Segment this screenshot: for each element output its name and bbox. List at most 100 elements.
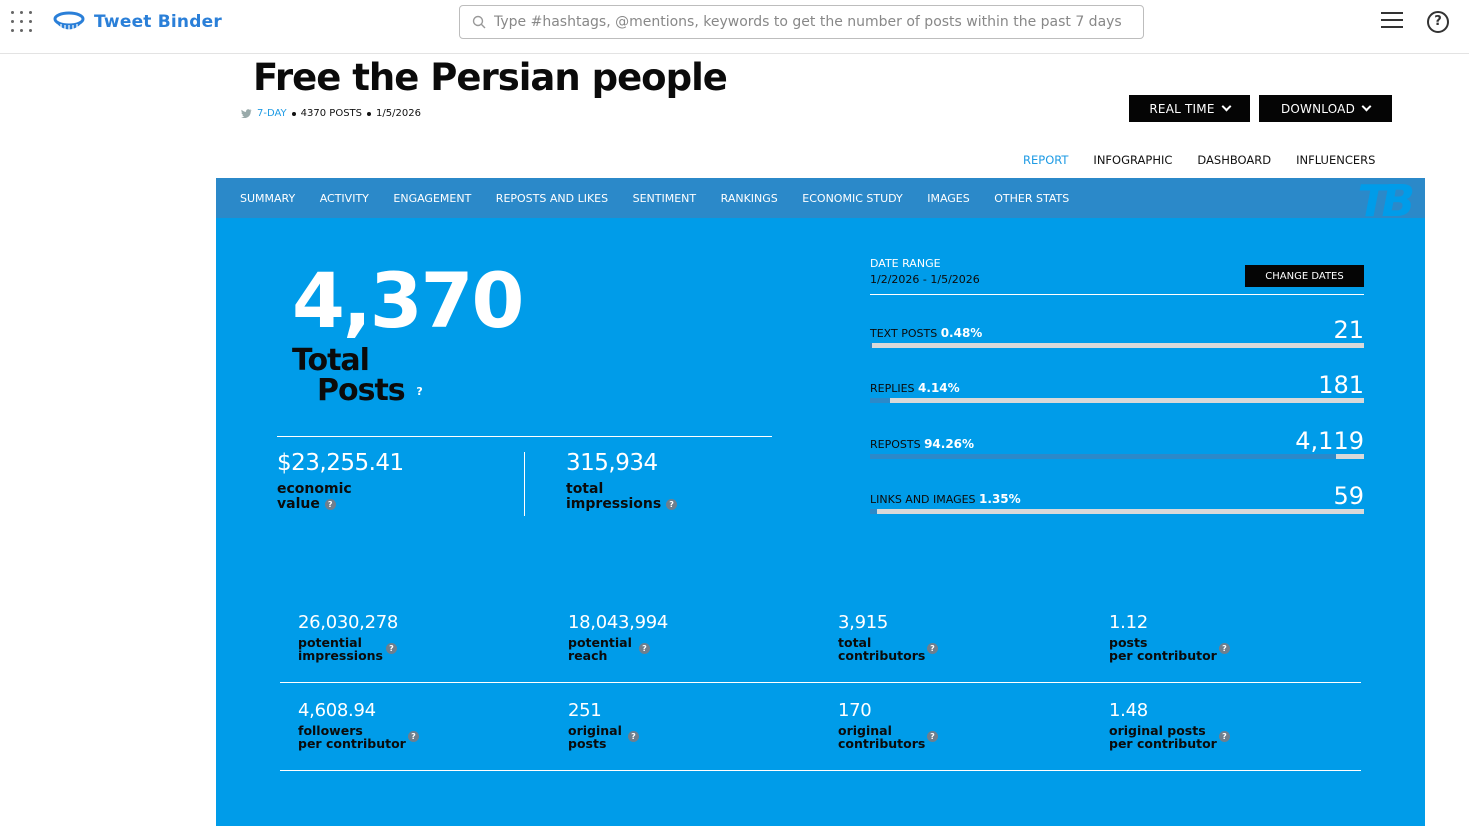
breakdown-pct: 4.14% [918, 381, 960, 395]
date-range-label: DATE RANGE [870, 257, 941, 270]
breakdown-bar-fill [870, 398, 891, 403]
tab-dashboard[interactable]: DASHBOARD [1197, 153, 1271, 167]
metric-value: 170 [838, 700, 872, 721]
metric-label: original posts? [568, 724, 639, 750]
nav-images[interactable]: IMAGES [927, 192, 970, 205]
real-time-label: REAL TIME [1149, 101, 1215, 116]
breakdown-row: TEXT POSTS 0.48% 21 [870, 316, 1364, 358]
help-icon[interactable]: ? [927, 731, 938, 742]
divider [524, 452, 525, 516]
metric-value: 1.48 [1109, 700, 1148, 721]
help-icon[interactable]: ? [324, 498, 336, 510]
metric-value: 1.12 [1109, 612, 1148, 633]
help-icon[interactable]: ? [927, 643, 938, 654]
metric-value: 3,915 [838, 612, 889, 633]
metric-value: 251 [568, 700, 602, 721]
breakdown-row: REPLIES 4.14% 181 [870, 371, 1364, 413]
date-range: DATE RANGE 1/2/2026 - 1/5/2026 [870, 256, 980, 288]
tab-infographic[interactable]: INFOGRAPHIC [1093, 153, 1172, 167]
apps-grid-icon[interactable] [11, 11, 33, 33]
breakdown-label: REPOSTS 94.26% [870, 437, 975, 451]
breakdown-bar-fill [870, 454, 1336, 459]
breakdown-pct: 94.26% [924, 437, 975, 451]
breakdown-bar [870, 454, 1364, 459]
total-impressions-label: total impressions ? [566, 482, 678, 512]
breakdown-bar-fill [870, 509, 877, 514]
divider [280, 682, 1361, 683]
breakdown-pct: 1.35% [979, 492, 1021, 506]
nav-rankings[interactable]: RANKINGS [721, 192, 778, 205]
divider [280, 770, 1361, 771]
help-icon[interactable]: ? [1427, 11, 1449, 33]
breakdown-pct: 0.48% [940, 326, 983, 340]
search-box[interactable] [459, 5, 1144, 39]
help-icon[interactable]: ? [639, 643, 650, 654]
change-dates-button[interactable]: CHANGE DATES [1245, 265, 1364, 287]
metric-label: original posts per contributor? [1109, 724, 1230, 750]
help-icon[interactable]: ? [1219, 731, 1230, 742]
chevron-down-icon [1361, 101, 1372, 112]
metric-value: 18,043,994 [568, 612, 669, 633]
report-meta: 7-DAY 4370 POSTS 1/5/2026 [241, 108, 421, 119]
period-label[interactable]: 7-DAY [257, 108, 287, 119]
total-impressions-value: 315,934 [566, 450, 658, 476]
brand-logo[interactable]: Tweet Binder [53, 11, 222, 33]
breakdown-bar-fill [870, 343, 873, 348]
help-icon[interactable]: ? [386, 643, 397, 654]
breakdown-label: REPLIES 4.14% [870, 381, 960, 395]
date-range-value: 1/2/2026 - 1/5/2026 [870, 273, 980, 286]
download-button[interactable]: DOWNLOAD [1259, 95, 1392, 122]
section-nav: SUMMARY ACTIVITY ENGAGEMENT REPOSTS AND … [216, 178, 1425, 224]
breakdown-value: 181 [1318, 371, 1364, 399]
total-posts-label: Total Posts ? [292, 346, 425, 406]
divider [870, 294, 1364, 295]
real-time-button[interactable]: REAL TIME [1129, 95, 1250, 122]
breakdown-value: 4,119 [1295, 427, 1364, 455]
breakdown-bar [870, 509, 1364, 514]
breakdown-value: 59 [1333, 482, 1364, 510]
help-icon[interactable]: ? [414, 386, 425, 397]
bird-icon [241, 109, 252, 118]
report-panel: SUMMARY ACTIVITY ENGAGEMENT REPOSTS AND … [216, 178, 1425, 826]
economic-value: $23,255.41 [277, 450, 404, 476]
breakdown-bar [870, 343, 1364, 348]
posts-count: 4370 POSTS [300, 108, 363, 119]
metric-label: potential reach? [568, 636, 650, 662]
help-icon[interactable]: ? [1219, 643, 1230, 654]
breakdown-row: REPOSTS 94.26% 4,119 [870, 427, 1364, 469]
search-icon [472, 15, 486, 29]
tab-report[interactable]: REPORT [1023, 153, 1068, 167]
nav-other-stats[interactable]: OTHER STATS [994, 192, 1069, 205]
nav-sentiment[interactable]: SENTIMENT [633, 192, 697, 205]
metric-label: followers per contributor? [298, 724, 419, 750]
nav-engagement[interactable]: ENGAGEMENT [393, 192, 471, 205]
breakdown-label: LINKS AND IMAGES 1.35% [870, 492, 1021, 506]
search-input[interactable] [492, 13, 1143, 31]
breakdown-label: TEXT POSTS 0.48% [870, 326, 983, 340]
page-title: Free the Persian people [253, 56, 728, 99]
divider [277, 436, 772, 437]
help-icon[interactable]: ? [408, 731, 419, 742]
metric-label: original contributors? [838, 724, 938, 750]
chevron-down-icon [1221, 101, 1232, 112]
nav-economic-study[interactable]: ECONOMIC STUDY [802, 192, 902, 205]
nav-summary[interactable]: SUMMARY [240, 192, 295, 205]
download-label: DOWNLOAD [1280, 101, 1356, 116]
menu-icon[interactable] [1381, 12, 1403, 30]
economic-value-label: economic value ? [277, 481, 352, 512]
metric-value: 26,030,278 [298, 612, 399, 633]
help-icon[interactable]: ? [666, 498, 678, 510]
total-posts-value: 4,370 [292, 256, 524, 345]
metric-label: total contributors? [838, 636, 938, 662]
breakdown-value: 21 [1333, 316, 1364, 344]
tab-influencers[interactable]: INFLUENCERS [1296, 153, 1375, 167]
tb-watermark-logo: TB [1357, 176, 1415, 227]
nav-reposts-likes[interactable]: REPOSTS AND LIKES [496, 192, 608, 205]
nav-activity[interactable]: ACTIVITY [320, 192, 369, 205]
report-date: 1/5/2026 [376, 108, 421, 119]
metric-label: posts per contributor? [1109, 636, 1230, 662]
brand-name: Tweet Binder [94, 12, 222, 32]
help-icon[interactable]: ? [628, 731, 639, 742]
breakdown-row: LINKS AND IMAGES 1.35% 59 [870, 482, 1364, 524]
top-bar: Tweet Binder ? [0, 0, 1469, 54]
